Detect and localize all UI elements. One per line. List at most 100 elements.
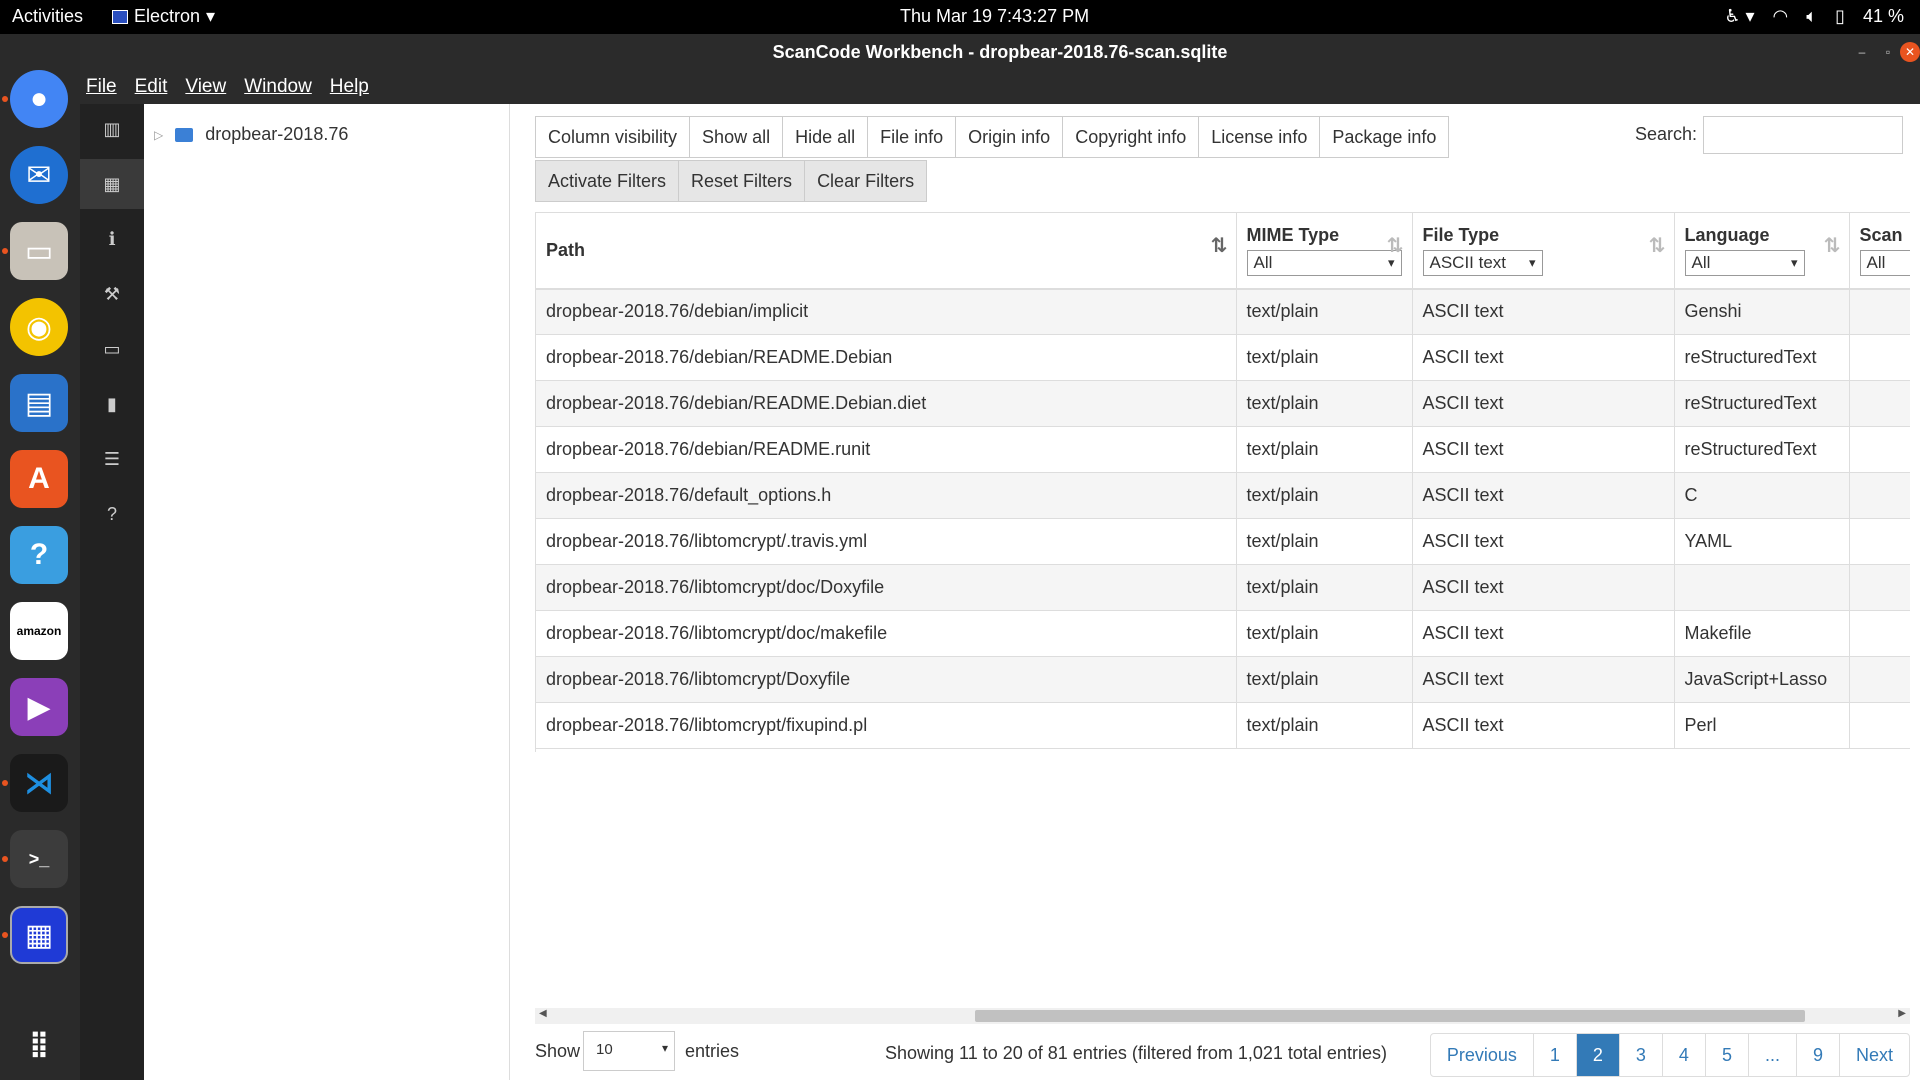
app-menu[interactable]: Electron ▾ [112,6,215,27]
expand-arrow-icon[interactable]: ▷ [154,128,163,142]
bar-chart-icon[interactable]: ▮ [80,379,144,429]
maximize-icon[interactable]: ▫ [1878,42,1898,62]
table-row[interactable]: dropbear-2018.76/debian/README.runit text… [536,426,1910,473]
reset-filters-button[interactable]: Reset Filters [678,160,806,202]
info-icon[interactable]: ℹ [80,214,144,264]
language-filter[interactable]: All [1684,249,1805,276]
page-button[interactable]: 1 [1534,1034,1577,1076]
scancode-workbench-icon[interactable]: ▦ [10,906,68,964]
menu-view[interactable]: View [185,76,226,98]
menu-window[interactable]: Window [244,76,312,98]
table-view-icon[interactable]: ▦ [80,159,144,209]
table-view: Column visibility Show all Hide all File… [510,104,1920,1080]
sort-asc-icon[interactable]: ⇅ [1211,233,1228,258]
clock[interactable]: Thu Mar 19 7:43:27 PM [900,6,1089,27]
close-icon[interactable]: ✕ [1900,42,1920,62]
file-type-filter[interactable]: ASCII text [1422,249,1543,276]
question-icon[interactable]: ? [80,489,144,539]
table-row[interactable]: dropbear-2018.76/debian/README.Debian.di… [536,380,1910,427]
page-button[interactable]: 2 [1576,1034,1620,1076]
hide-all-button[interactable]: Hide all [782,116,869,158]
terminal-icon[interactable]: >_ [10,830,68,888]
column-visibility-button[interactable]: Column visibility [535,116,691,158]
page-length-select[interactable]: 10 ▾ [583,1031,675,1071]
system-tray[interactable]: ♿︎ ▾ ◠ 🔈︎ ▯ 41 % [1724,6,1904,27]
table-row[interactable]: dropbear-2018.76/debian/README.Debian tex… [536,334,1910,381]
sort-icon[interactable]: ⇅ [1649,233,1666,258]
license-info-button[interactable]: License info [1198,116,1321,158]
table-cell: reStructuredText [1674,334,1850,381]
table-cell: text/plain [1236,564,1413,611]
page-button[interactable]: 9 [1797,1034,1840,1076]
table-row[interactable]: dropbear-2018.76/libtomcrypt/fixupind.pl… [536,702,1910,749]
page-button[interactable]: Next [1840,1034,1909,1076]
page-button[interactable]: 5 [1706,1034,1749,1076]
activate-filters-button[interactable]: Activate Filters [535,160,680,202]
table-row[interactable]: dropbear-2018.76/default_options.h text/p… [536,472,1910,519]
table-cell: Perl [1674,702,1850,749]
table-cell: Genshi [1674,288,1850,335]
software-center-icon[interactable]: A [10,450,68,508]
origin-info-button[interactable]: Origin info [955,116,1064,158]
table-header-row: Path⇅ MIME TypeAll⇅ File TypeASCII text⇅… [536,212,1910,290]
writer-icon[interactable]: ▤ [10,374,68,432]
table-row[interactable]: dropbear-2018.76/libtomcrypt/doc/makefil… [536,610,1910,657]
volume-icon[interactable]: 🔈︎ [1806,6,1817,27]
rhythmbox-icon[interactable]: ◉ [10,298,68,356]
table-body: dropbear-2018.76/debian/implicit text/pla… [536,288,1910,749]
gavel-icon[interactable]: ⚒ [80,269,144,319]
copyright-info-button[interactable]: Copyright info [1062,116,1200,158]
electron-app-icon [112,9,128,24]
table-row[interactable]: dropbear-2018.76/libtomcrypt/Doxyfile tex… [536,656,1910,703]
table-row[interactable]: dropbear-2018.76/libtomcrypt/.travis.yml… [536,518,1910,565]
video-player-icon[interactable]: ▶ [10,678,68,736]
clear-filters-button[interactable]: Clear Filters [804,160,928,202]
sort-icon[interactable]: ⇅ [1824,233,1841,258]
scroll-left-icon[interactable]: ◀ [539,1008,547,1019]
menu-file[interactable]: File [86,76,117,98]
help-icon[interactable]: ? [10,526,68,584]
wifi-icon[interactable]: ◠ [1773,6,1789,27]
page-button[interactable]: 3 [1620,1034,1663,1076]
table-row[interactable]: dropbear-2018.76/debian/implicit text/pla… [536,288,1910,335]
thunderbird-icon[interactable]: ✉ [10,146,68,204]
tree-node-root[interactable]: ▷ dropbear-2018.76 [154,124,348,145]
archive-icon[interactable]: ▭ [80,324,144,374]
col-file-type[interactable]: File TypeASCII text⇅ [1412,212,1675,290]
chrome-icon[interactable]: ● [10,70,68,128]
col-mime-type[interactable]: MIME TypeAll⇅ [1236,212,1413,290]
col-scan[interactable]: Scan All [1849,212,1910,290]
scrollbar-thumb[interactable] [975,1010,1805,1022]
menu-edit[interactable]: Edit [135,76,168,98]
barcode-icon[interactable]: ▥ [80,104,144,154]
running-indicator [2,932,8,938]
minimize-icon[interactable]: – [1852,42,1872,62]
files-icon[interactable]: ▭ [10,222,68,280]
scroll-right-icon[interactable]: ▶ [1898,1008,1906,1019]
app-grid-icon[interactable]: ⣿ [10,1014,68,1072]
activities-button[interactable]: Activities [12,6,83,27]
accessibility-icon[interactable]: ♿︎ ▾ [1724,6,1754,27]
battery-icon[interactable]: ▯ [1835,6,1845,27]
table-cell: dropbear-2018.76/default_options.h [536,472,1237,519]
horizontal-scrollbar[interactable]: ◀ ▶ [535,1008,1910,1024]
page-button[interactable]: ... [1749,1034,1797,1076]
vscode-icon[interactable]: ⋊ [10,754,68,812]
page-button[interactable]: Previous [1431,1034,1534,1076]
search-input[interactable] [1703,116,1903,154]
table-cell: text/plain [1236,472,1413,519]
amazon-icon[interactable]: amazon [10,602,68,660]
package-info-button[interactable]: Package info [1319,116,1450,158]
sort-icon[interactable]: ⇅ [1387,233,1404,258]
menu-help[interactable]: Help [330,76,369,98]
file-info-button[interactable]: File info [867,116,957,158]
scan-filter[interactable]: All [1859,249,1910,276]
col-path[interactable]: Path ⇅ [536,212,1237,290]
chevron-down-icon: ▾ [206,6,216,26]
show-all-button[interactable]: Show all [689,116,784,158]
mime-type-filter[interactable]: All [1246,249,1402,276]
page-button[interactable]: 4 [1663,1034,1706,1076]
table-row[interactable]: dropbear-2018.76/libtomcrypt/doc/Doxyfil… [536,564,1910,611]
list-icon[interactable]: ☰ [80,434,144,484]
col-language[interactable]: LanguageAll⇅ [1674,212,1850,290]
